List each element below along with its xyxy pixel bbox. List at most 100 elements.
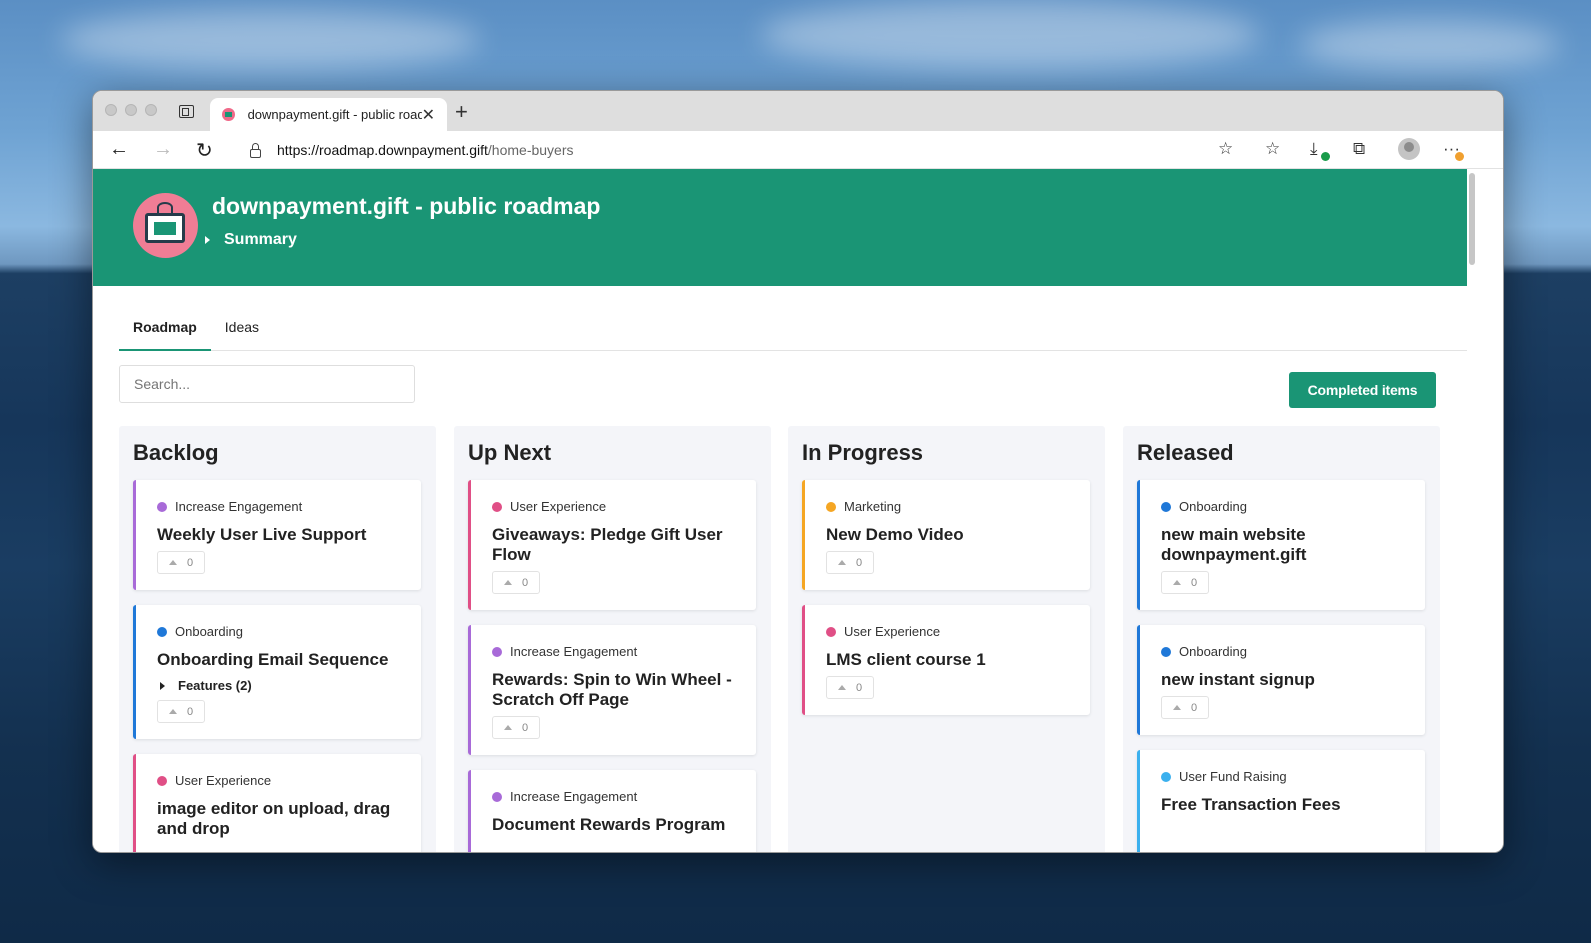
favorites-icon[interactable]: ☆ (1265, 139, 1280, 159)
card-tag: User Experience (157, 773, 271, 788)
card-title: new instant signup (1161, 670, 1315, 689)
card-title: LMS client course 1 (826, 650, 986, 669)
roadmap-card[interactable]: Onboarding Onboarding Email Sequence Fea… (133, 605, 421, 739)
column-backlog: Backlog Increase Engagement Weekly User … (119, 426, 436, 852)
column-released: Released Onboarding new main website dow… (1123, 426, 1440, 852)
upvote-button[interactable]: 0 (1161, 696, 1209, 719)
card-tag: Onboarding (157, 624, 243, 639)
card-tag: Marketing (826, 499, 901, 514)
upvote-button[interactable]: 0 (492, 571, 540, 594)
card-tag: Onboarding (1161, 644, 1247, 659)
column-title: In Progress (802, 440, 924, 465)
card-tag: User Experience (826, 624, 940, 639)
upvote-icon (168, 560, 177, 565)
close-window-button[interactable] (105, 104, 117, 116)
summary-label: Summary (224, 231, 297, 248)
card-title: Giveaways: Pledge Gift User Flow (492, 525, 723, 564)
tab-title: downpayment.gift - public roadmap (247, 107, 422, 122)
site-logo (133, 193, 198, 258)
page-content: downpayment.gift - public roadmap Summar… (93, 169, 1467, 852)
hero-banner: downpayment.gift - public roadmap Summar… (93, 169, 1467, 286)
column-in-progress: In Progress Marketing New Demo Video 0 U… (788, 426, 1105, 852)
browser-toolbar: ← → ↻ https://roadmap.downpayment.gift/h… (93, 131, 1503, 169)
downloads-icon[interactable]: ⤓ (1310, 139, 1318, 159)
roadmap-card[interactable]: User Fund Raising Free Transaction Fees (1137, 750, 1425, 852)
card-tag: User Experience (492, 499, 606, 514)
upvote-button[interactable]: 0 (157, 700, 205, 723)
roadmap-card[interactable]: User Experience Giveaways: Pledge Gift U… (468, 480, 756, 610)
tab-close-icon[interactable]: ✕ (422, 105, 435, 125)
tab-roadmap[interactable]: Roadmap (119, 309, 211, 351)
browser-tab[interactable]: downpayment.gift - public roadmap ✕ (210, 98, 447, 131)
card-title: image editor on upload, drag and drop (157, 799, 391, 838)
card-tag: User Fund Raising (1161, 769, 1287, 784)
add-favorite-icon[interactable]: ☆ (1218, 139, 1233, 159)
upvote-icon (503, 725, 512, 730)
card-title: Document Rewards Program (492, 815, 726, 834)
page-title: downpayment.gift - public roadmap (212, 193, 601, 219)
tab-actions-icon[interactable] (179, 105, 194, 118)
tag-dot-icon (826, 626, 836, 637)
features-toggle[interactable]: Features (2) (160, 678, 252, 693)
roadmap-card[interactable]: Increase Engagement Weekly User Live Sup… (133, 480, 421, 590)
page-scrollbar[interactable] (1467, 169, 1503, 852)
tag-dot-icon (157, 775, 167, 786)
card-title: Free Transaction Fees (1161, 795, 1341, 814)
collections-icon[interactable]: ⧉ (1353, 139, 1365, 159)
column-up-next: Up Next User Experience Giveaways: Pledg… (454, 426, 771, 852)
address-bar[interactable]: https://roadmap.downpayment.gift/home-bu… (236, 134, 1250, 166)
card-tag: Increase Engagement (157, 499, 302, 514)
tag-dot-icon (1161, 771, 1171, 782)
caret-right-icon (160, 681, 165, 690)
forward-icon[interactable]: → (153, 138, 173, 161)
upvote-button[interactable]: 0 (1161, 571, 1209, 594)
tab-ideas[interactable]: Ideas (211, 309, 273, 351)
tag-dot-icon (492, 646, 502, 657)
tag-dot-icon (492, 501, 502, 512)
tag-dot-icon (1161, 646, 1171, 657)
roadmap-card[interactable]: User Experience image editor on upload, … (133, 754, 421, 852)
reload-icon[interactable]: ↻ (196, 138, 213, 163)
update-badge-icon (1455, 152, 1464, 161)
roadmap-card[interactable]: Onboarding new main website downpayment.… (1137, 480, 1425, 610)
search-input[interactable] (119, 365, 415, 403)
card-tag: Increase Engagement (492, 644, 637, 659)
upvote-button[interactable]: 0 (826, 551, 874, 574)
roadmap-card[interactable]: Marketing New Demo Video 0 (802, 480, 1090, 590)
upvote-button[interactable]: 0 (826, 676, 874, 699)
tag-dot-icon (492, 791, 502, 802)
upvote-icon (837, 560, 846, 565)
lock-icon (250, 142, 261, 158)
roadmap-card[interactable]: Increase Engagement Rewards: Spin to Win… (468, 625, 756, 755)
tag-dot-icon (157, 626, 167, 637)
upvote-button[interactable]: 0 (492, 716, 540, 739)
page-tabs: Roadmap Ideas (119, 309, 1467, 351)
roadmap-card[interactable]: Onboarding new instant signup 0 (1137, 625, 1425, 735)
column-title: Up Next (468, 440, 552, 465)
roadmap-card[interactable]: User Experience LMS client course 1 0 (802, 605, 1090, 715)
upvote-icon (168, 709, 177, 714)
summary-toggle[interactable]: Summary (205, 231, 297, 249)
upvote-button[interactable]: 0 (157, 551, 205, 574)
upvote-icon (1172, 705, 1181, 710)
minimize-window-button[interactable] (125, 104, 137, 116)
url-text: https://roadmap.downpayment.gift/home-bu… (277, 142, 574, 158)
card-title: Onboarding Email Sequence (157, 650, 389, 669)
scrollbar-thumb[interactable] (1469, 173, 1475, 265)
tag-dot-icon (826, 501, 836, 512)
profile-avatar[interactable] (1398, 138, 1420, 160)
card-tag: Increase Engagement (492, 789, 637, 804)
back-icon[interactable]: ← (109, 138, 129, 161)
roadmap-card[interactable]: Increase Engagement Document Rewards Pro… (468, 770, 756, 852)
browser-window: downpayment.gift - public roadmap ✕ + ← … (92, 90, 1504, 853)
new-tab-icon[interactable]: + (455, 99, 468, 125)
card-title: New Demo Video (826, 525, 964, 544)
upvote-icon (1172, 580, 1181, 585)
column-title: Backlog (133, 440, 219, 465)
zoom-window-button[interactable] (145, 104, 157, 116)
completed-items-button[interactable]: Completed items (1289, 372, 1436, 408)
site-favicon-icon (222, 108, 235, 121)
upvote-icon (837, 685, 846, 690)
card-tag: Onboarding (1161, 499, 1247, 514)
upvote-icon (503, 580, 512, 585)
